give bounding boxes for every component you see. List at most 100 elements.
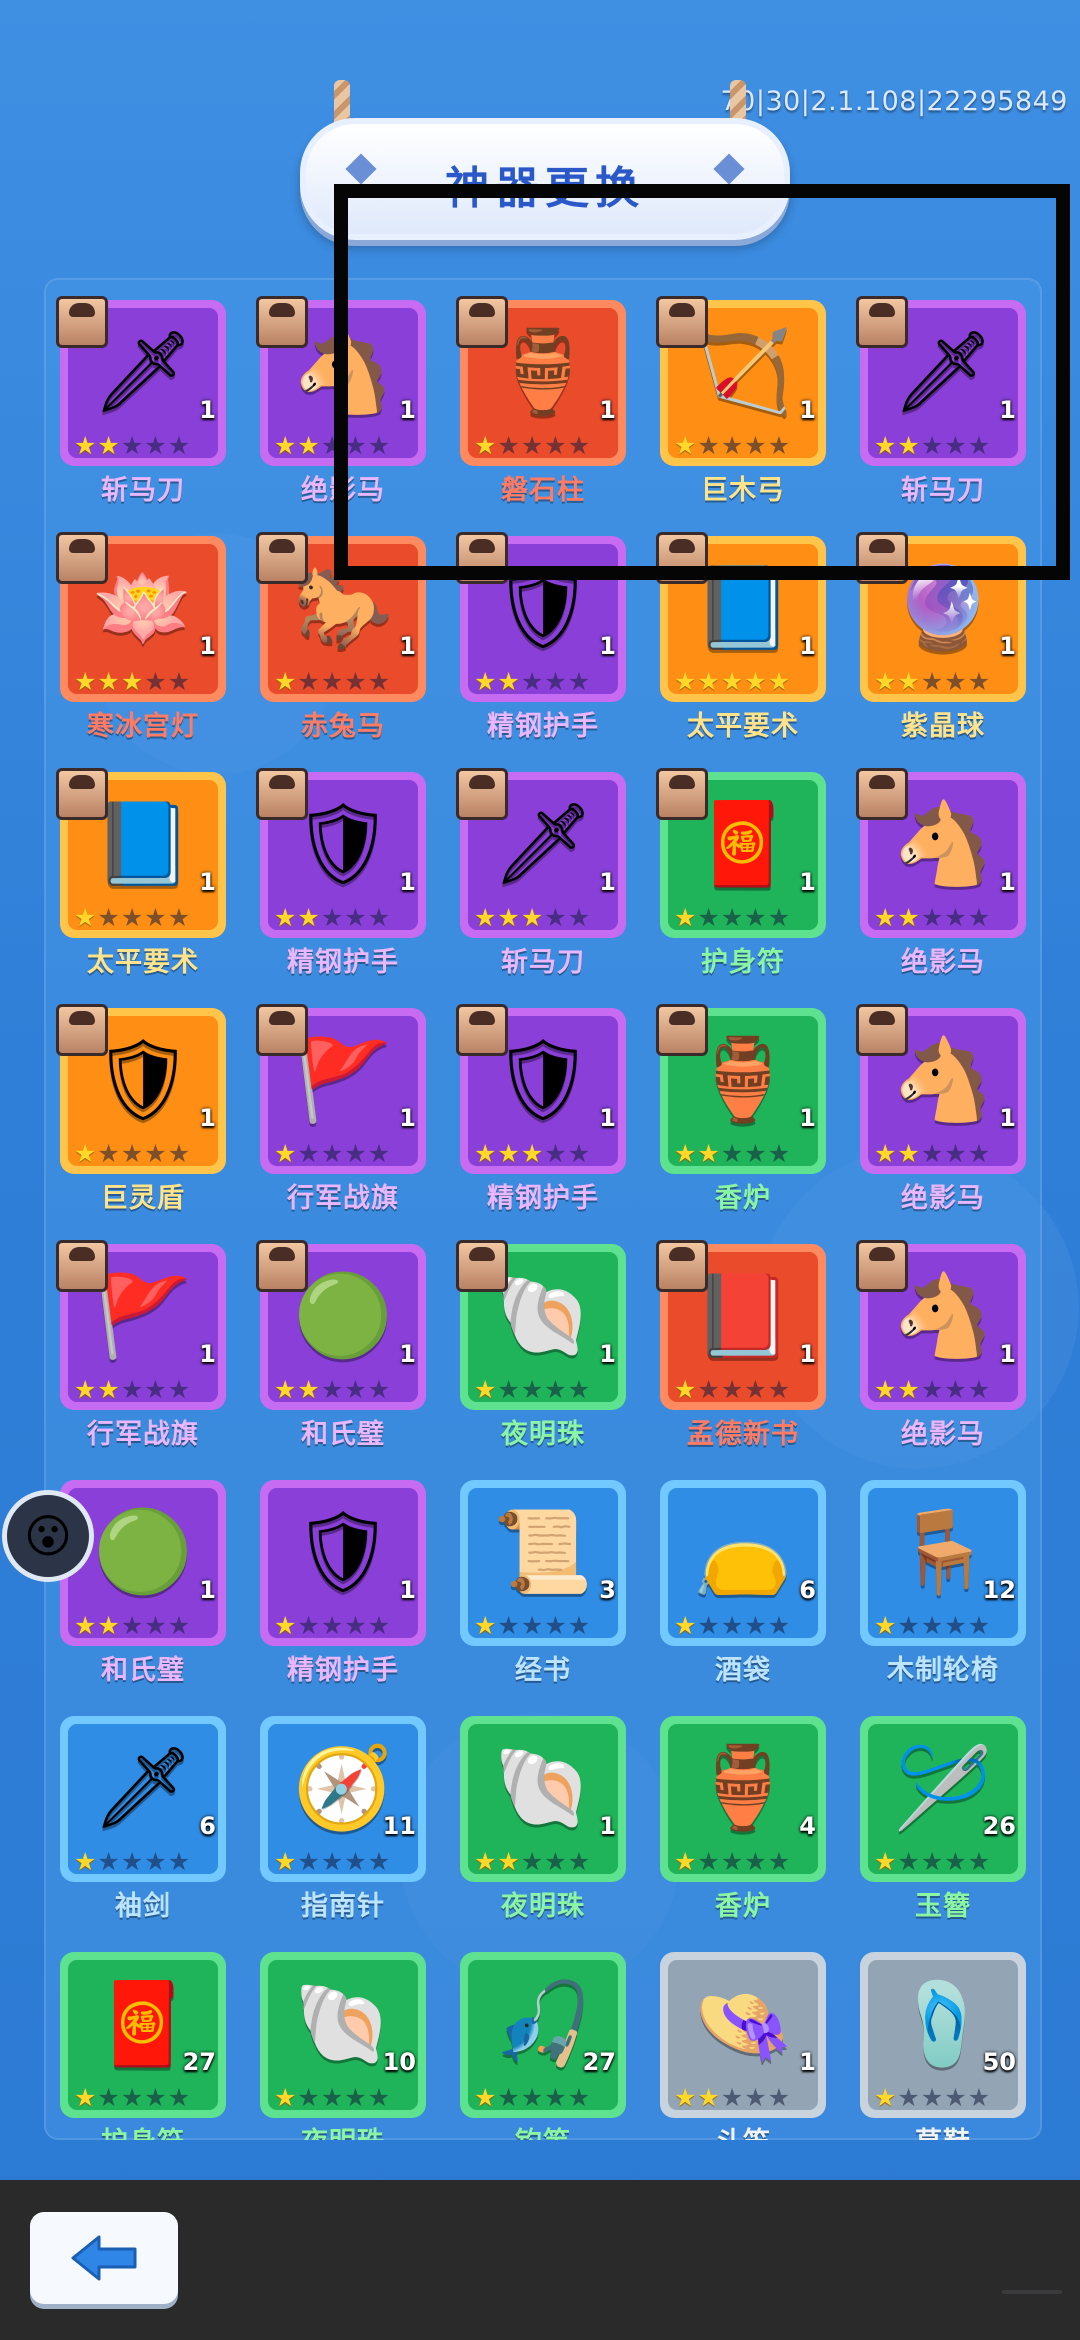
star-empty-icon: ★ bbox=[920, 903, 944, 932]
artifact-card[interactable]: 🪡 26 ★ ★ ★ ★ ★ bbox=[860, 1716, 1026, 1882]
artifact-card[interactable]: 🚩 1 ★ ★ ★ ★ ★ bbox=[56, 1240, 226, 1410]
star-empty-icon: ★ bbox=[767, 1847, 791, 1876]
artifact-name: 袖剑 bbox=[115, 1891, 171, 1922]
artifact-name: 斩马刀 bbox=[501, 947, 585, 978]
hero-portrait-icon bbox=[256, 532, 308, 584]
artifact-card[interactable]: 🐚 1 ★ ★ ★ ★ ★ bbox=[456, 1240, 626, 1410]
star-filled-icon: ★ bbox=[474, 2083, 497, 2112]
artifact-name: 斩马刀 bbox=[101, 475, 185, 506]
star-rating: ★ ★ ★ ★ ★ bbox=[74, 1849, 190, 1874]
artifact-name: 赤兔马 bbox=[301, 711, 385, 742]
star-empty-icon: ★ bbox=[567, 1375, 591, 1404]
star-empty-icon: ★ bbox=[344, 903, 367, 932]
star-filled-icon: ★ bbox=[520, 1139, 544, 1168]
artifact-card[interactable]: 👒 1 ★ ★ ★ ★ ★ bbox=[660, 1952, 826, 2118]
item-count: 1 bbox=[199, 396, 216, 424]
artifact-card[interactable]: 📕 1 ★ ★ ★ ★ ★ bbox=[656, 1240, 826, 1410]
star-empty-icon: ★ bbox=[367, 1139, 391, 1168]
star-filled-icon: ★ bbox=[74, 903, 97, 932]
item-count: 1 bbox=[399, 1340, 416, 1368]
item-count: 1 bbox=[599, 1812, 616, 1840]
artifact-name: 斗笠 bbox=[648, 2120, 838, 2140]
artifact-card[interactable]: 🚩 1 ★ ★ ★ ★ ★ bbox=[256, 1004, 426, 1174]
star-empty-icon: ★ bbox=[520, 1847, 544, 1876]
artifact-card[interactable]: 🐴 1 ★ ★ ★ ★ ★ bbox=[856, 1240, 1026, 1410]
artifact-card[interactable]: 🐴 1 ★ ★ ★ ★ ★ bbox=[856, 768, 1026, 938]
item-count: 6 bbox=[199, 1812, 216, 1840]
star-filled-icon: ★ bbox=[497, 903, 520, 932]
artifact-card[interactable]: 🏺 1 ★ ★ ★ ★ ★ bbox=[656, 1004, 826, 1174]
star-filled-icon: ★ bbox=[74, 1611, 97, 1640]
star-filled-icon: ★ bbox=[97, 667, 120, 696]
star-empty-icon: ★ bbox=[320, 2083, 344, 2112]
star-empty-icon: ★ bbox=[167, 1139, 191, 1168]
item-count: 1 bbox=[199, 868, 216, 896]
star-filled-icon: ★ bbox=[474, 1611, 497, 1640]
artifact-name: 绝影马 bbox=[901, 947, 985, 978]
star-empty-icon: ★ bbox=[297, 1847, 320, 1876]
star-empty-icon: ★ bbox=[567, 903, 591, 932]
star-empty-icon: ★ bbox=[344, 1847, 367, 1876]
artifact-card[interactable]: 🗡 6 ★ ★ ★ ★ ★ bbox=[60, 1716, 226, 1882]
star-filled-icon: ★ bbox=[74, 667, 97, 696]
artifact-card[interactable]: 🗡 1 ★ ★ ★ ★ ★ bbox=[56, 296, 226, 466]
artifact-name: 行军战旗 bbox=[287, 1183, 399, 1214]
artifact-name: 夜明珠 bbox=[248, 2120, 438, 2140]
star-filled-icon: ★ bbox=[874, 1139, 897, 1168]
artifact-card[interactable]: 🛡 1 ★ ★ ★ ★ ★ bbox=[256, 768, 426, 938]
artifact-card[interactable]: 🎣 27 ★ ★ ★ ★ ★ bbox=[460, 1952, 626, 2118]
artifact-card[interactable]: 🧧 27 ★ ★ ★ ★ ★ bbox=[60, 1952, 226, 2118]
artifact-card[interactable]: 🐚 10 ★ ★ ★ ★ ★ bbox=[260, 1952, 426, 2118]
star-empty-icon: ★ bbox=[320, 903, 344, 932]
star-filled-icon: ★ bbox=[274, 903, 297, 932]
back-button[interactable] bbox=[30, 2212, 178, 2304]
artifact-card[interactable]: 🧭 11 ★ ★ ★ ★ ★ bbox=[260, 1716, 426, 1882]
hero-portrait-icon bbox=[656, 1240, 708, 1292]
star-rating: ★ ★ ★ ★ ★ bbox=[74, 1141, 190, 1166]
item-count: 12 bbox=[982, 1576, 1016, 1604]
artifact-card[interactable]: 📜 3 ★ ★ ★ ★ ★ bbox=[460, 1480, 626, 1646]
artifact-card[interactable]: 📘 1 ★ ★ ★ ★ ★ bbox=[56, 768, 226, 938]
jade-disc-icon: 🟢 bbox=[93, 1505, 193, 1598]
star-empty-icon: ★ bbox=[120, 431, 144, 460]
artifact-card[interactable]: 🛡 1 ★ ★ ★ ★ ★ bbox=[56, 1004, 226, 1174]
star-empty-icon: ★ bbox=[744, 1375, 767, 1404]
star-empty-icon: ★ bbox=[767, 903, 791, 932]
star-empty-icon: ★ bbox=[767, 1139, 791, 1168]
hero-avatar-button[interactable]: 😮 bbox=[2, 1490, 94, 1582]
artifact-card[interactable]: 🟢 1 ★ ★ ★ ★ ★ bbox=[256, 1240, 426, 1410]
star-filled-icon: ★ bbox=[874, 1847, 897, 1876]
item-count: 1 bbox=[199, 1104, 216, 1132]
star-filled-icon: ★ bbox=[297, 1375, 320, 1404]
artifact-name: 精钢护手 bbox=[287, 947, 399, 978]
artifact-card[interactable]: 🗡 1 ★ ★ ★ ★ ★ bbox=[456, 768, 626, 938]
artifact-name: 香炉 bbox=[715, 1183, 771, 1214]
star-empty-icon: ★ bbox=[944, 2083, 967, 2112]
item-count: 50 bbox=[982, 2048, 1016, 2076]
artifact-card[interactable]: 🩴 50 ★ ★ ★ ★ ★ bbox=[860, 1952, 1026, 2118]
star-filled-icon: ★ bbox=[474, 1375, 497, 1404]
star-filled-icon: ★ bbox=[74, 1847, 97, 1876]
artifact-card[interactable]: 🏺 4 ★ ★ ★ ★ ★ bbox=[660, 1716, 826, 1882]
star-empty-icon: ★ bbox=[144, 1847, 167, 1876]
artifact-name: 精钢护手 bbox=[487, 711, 599, 742]
artifact-name: 绝影马 bbox=[901, 1183, 985, 1214]
star-empty-icon: ★ bbox=[520, 667, 544, 696]
artifact-card[interactable]: 🪷 1 ★ ★ ★ ★ ★ bbox=[56, 532, 226, 702]
artifact-card[interactable]: 🧧 1 ★ ★ ★ ★ ★ bbox=[656, 768, 826, 938]
artifact-name: 指南针 bbox=[301, 1891, 385, 1922]
star-empty-icon: ★ bbox=[967, 1139, 991, 1168]
artifact-card[interactable]: 🐴 1 ★ ★ ★ ★ ★ bbox=[856, 1004, 1026, 1174]
star-filled-icon: ★ bbox=[674, 1847, 697, 1876]
artifact-name: 钓竿 bbox=[448, 2120, 638, 2140]
artifact-card[interactable]: 🪑 12 ★ ★ ★ ★ ★ bbox=[860, 1480, 1026, 1646]
item-count: 1 bbox=[399, 868, 416, 896]
artifact-card[interactable]: 🛡 1 ★ ★ ★ ★ ★ bbox=[456, 1004, 626, 1174]
artifact-card[interactable]: 🛡 1 ★ ★ ★ ★ ★ bbox=[260, 1480, 426, 1646]
star-empty-icon: ★ bbox=[344, 1139, 367, 1168]
artifact-card[interactable]: 🐚 1 ★ ★ ★ ★ ★ bbox=[460, 1716, 626, 1882]
star-empty-icon: ★ bbox=[520, 2083, 544, 2112]
artifact-name: 太平要术 bbox=[687, 711, 799, 742]
artifact-card[interactable]: 👝 6 ★ ★ ★ ★ ★ bbox=[660, 1480, 826, 1646]
star-empty-icon: ★ bbox=[897, 1847, 920, 1876]
